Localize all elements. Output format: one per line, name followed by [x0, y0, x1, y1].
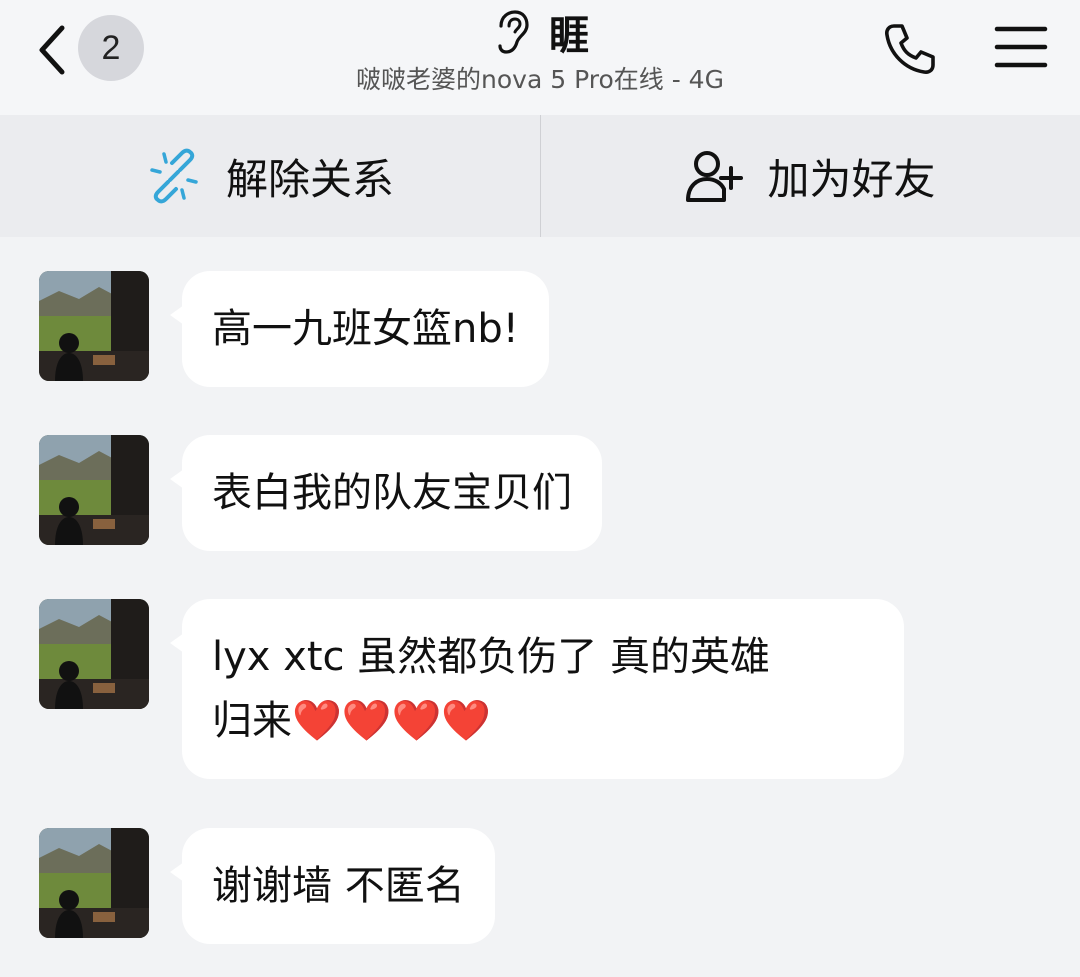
avatar[interactable]: [39, 271, 149, 381]
add-user-icon: [686, 151, 744, 202]
message-bubble[interactable]: lyx xtc 虽然都负伤了 真的英雄 归来❤️❤️❤️❤️: [170, 599, 904, 779]
message-text: 表白我的队友宝贝们: [212, 470, 572, 516]
chat-title: 睚: [549, 13, 589, 59]
menu-icon[interactable]: [994, 24, 1048, 70]
ear-icon[interactable]: [491, 8, 531, 56]
phone-icon[interactable]: [880, 20, 938, 78]
unlink-icon: [150, 148, 198, 204]
unlink-button[interactable]: 解除关系: [0, 115, 540, 237]
message-text: 谢谢墙 不匿名: [212, 863, 465, 909]
avatar[interactable]: [39, 435, 149, 545]
add-friend-button[interactable]: 加为好友: [540, 115, 1080, 237]
message-bubble[interactable]: 高一九班女篮nb!: [170, 271, 549, 387]
chat-header: 2 睚 啵啵老婆的nova 5 Pro在线 - 4G: [0, 0, 1080, 115]
message-bubble[interactable]: 谢谢墙 不匿名: [170, 828, 495, 944]
message-text-line: lyx xtc 虽然都负伤了 真的英雄: [212, 634, 770, 680]
unlink-label: 解除关系: [225, 154, 394, 204]
message-text: 归来: [212, 698, 292, 744]
heart-emoji: ❤️❤️❤️❤️: [292, 698, 492, 744]
relationship-action-bar: 解除关系 加为好友: [0, 115, 1080, 237]
avatar[interactable]: [39, 599, 149, 709]
message-text-line: 归来❤️❤️❤️❤️: [212, 689, 874, 753]
message-text: 高一九班女篮nb!: [212, 306, 519, 352]
add-friend-label: 加为好友: [767, 154, 936, 204]
avatar[interactable]: [39, 828, 149, 938]
message-bubble[interactable]: 表白我的队友宝贝们: [170, 435, 602, 551]
